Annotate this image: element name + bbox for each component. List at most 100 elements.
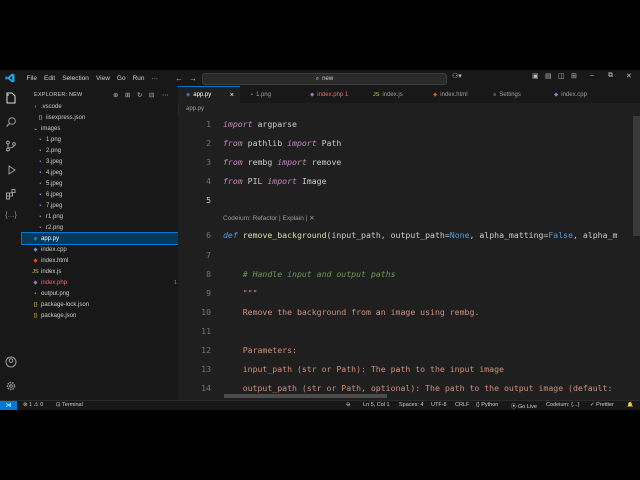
back-arrow-icon[interactable]: ← [175, 74, 183, 83]
tab-index-html[interactable]: ◆ index.html [425, 86, 483, 103]
menu-edit[interactable]: Edit [40, 75, 58, 82]
code-line[interactable]: from pathlib import Path [223, 138, 341, 148]
tree-item-6-jpeg[interactable]: ▪ 6.jpeg [22, 189, 192, 200]
tree-item-4-jpeg[interactable]: ▪ 4.jpeg [22, 167, 192, 178]
tree-item-iisexpress-json[interactable]: {} iisexpress.json [22, 112, 192, 123]
tab-app-py[interactable]: ◆ app.py × [178, 86, 240, 103]
code-line[interactable]: """ [223, 288, 258, 298]
new-file-icon[interactable]: ⊕ [113, 91, 118, 99]
cursor-position[interactable]: Ln 5, Col 1 [363, 402, 390, 408]
line-ending[interactable]: CRLF [455, 402, 469, 408]
tree-item-app-py[interactable]: ◆ app.py [21, 232, 188, 245]
code-line[interactable]: from rembg import remove [223, 157, 341, 167]
menu-file[interactable]: File [23, 75, 40, 82]
code-line[interactable]: Remove the background from an image usin… [223, 307, 480, 317]
tree-item-package-json[interactable]: {} package.json [22, 310, 187, 321]
tab-settings[interactable]: ≡ Settings [485, 86, 543, 103]
account-icon[interactable] [5, 356, 17, 368]
tree-item-7-jpeg[interactable]: ▪ 7.jpeg [22, 200, 192, 211]
remote-indicator-icon[interactable]: ⋊ [0, 401, 17, 410]
more-actions-icon[interactable]: ⋯ [162, 91, 169, 99]
code-token: (input_path, output_path= [326, 230, 450, 240]
restore-icon[interactable]: ⧉ [608, 72, 613, 80]
problems-indicator[interactable]: ⊗ 1 ⚠ 0 [23, 402, 43, 408]
copilot-icon[interactable]: ⚇▾ [452, 72, 462, 80]
code-line[interactable]: def remove_background(input_path, output… [223, 230, 617, 240]
vertical-scrollbar[interactable] [633, 116, 640, 236]
tree-item-index-cpp[interactable]: ◆ index.cpp [22, 244, 187, 255]
tree-item-1-png[interactable]: ▪ 1.png [22, 134, 192, 145]
tree-item-label: index.cpp [41, 246, 67, 253]
zoom-out-icon[interactable]: ⊖ [346, 402, 351, 408]
source-control-icon[interactable] [5, 140, 17, 152]
code-token: Parameters: [223, 345, 297, 355]
extensions-icon[interactable] [5, 188, 17, 200]
prettier-status[interactable]: ✓ Prettier [590, 402, 614, 408]
language-mode[interactable]: {} Python [476, 402, 498, 408]
tree-item-package-lock-json[interactable]: {} package-lock.json [22, 299, 187, 310]
tab-index-php[interactable]: ◆ index.php 1 [302, 86, 364, 103]
explorer-title: EXPLORER: NEW [34, 92, 83, 98]
tree-item-2-png[interactable]: ▪ 2.png [22, 145, 192, 156]
line-number: 7 [206, 250, 211, 260]
menu-more[interactable]: ··· [148, 75, 162, 82]
collapse-all-icon[interactable]: ⊟ [149, 91, 154, 99]
refresh-icon[interactable]: ↻ [137, 91, 142, 99]
tree-item-index-js[interactable]: JS index.js [22, 266, 187, 277]
code-line[interactable]: import argparse [223, 119, 297, 129]
tree-item-r1-png[interactable]: ▪ r1.png [22, 211, 192, 222]
toggle-secondary-sidebar-icon[interactable]: ◫ [558, 72, 565, 80]
code-token: rembg [242, 157, 278, 167]
image-file-icon: ▪ [39, 224, 42, 231]
tree-item-output-png[interactable]: ▪ output.png [22, 288, 187, 299]
manage-gear-icon[interactable] [5, 380, 17, 392]
search-text: new [322, 76, 334, 82]
tab-index-js[interactable]: JS index.js [365, 86, 423, 103]
menu-run[interactable]: Run [129, 75, 148, 82]
close-window-icon[interactable]: ✕ [626, 72, 632, 80]
tree-item-index-php[interactable]: ◆ index.php 1 [22, 277, 187, 288]
explorer-icon[interactable] [5, 92, 17, 104]
image-file-icon: ▪ [39, 180, 42, 187]
tree-item-3-jpeg[interactable]: ▪ 3.jpeg [22, 156, 192, 167]
tab-index-cpp[interactable]: ◆ index.cpp [546, 86, 608, 103]
run-debug-icon[interactable] [5, 164, 17, 176]
horizontal-scrollbar[interactable] [224, 394, 387, 398]
codeium-codelens[interactable]: Codeium: Refactor | Explain | ✕ [223, 214, 315, 222]
code-line[interactable]: input_path (str or Path): The path to th… [223, 364, 504, 374]
layout-icon[interactable]: ⊞ [571, 72, 577, 80]
command-center-search[interactable]: ⌕ new [202, 73, 447, 85]
code-token: import [223, 119, 253, 129]
code-line[interactable]: Parameters: [223, 345, 297, 355]
toggle-panel-icon[interactable]: ▤ [545, 72, 552, 80]
tab-1-png[interactable]: ▪ 1.png [243, 86, 301, 103]
code-line[interactable]: output_path (str or Path, optional): The… [223, 383, 613, 393]
minimize-icon[interactable]: – [590, 72, 594, 79]
encoding[interactable]: UTF-8 [431, 402, 447, 408]
codeium-status[interactable]: Codeium: {...} [546, 402, 579, 408]
go-live-button[interactable]: ⦿ Go Live [511, 402, 537, 410]
menu-go[interactable]: Go [113, 75, 129, 82]
tree-item--vscode[interactable]: › .vscode [22, 101, 187, 112]
notifications-bell-icon[interactable]: 🔔 [627, 402, 633, 408]
code-line[interactable]: from PIL import Image [223, 176, 327, 186]
breadcrumb[interactable]: app.py [186, 106, 204, 112]
close-tab-icon[interactable]: × [230, 92, 234, 99]
menu-view[interactable]: View [92, 75, 113, 82]
codeium-icon[interactable]: {…} [5, 212, 17, 224]
code-token: Remove the background from an image usin… [223, 307, 480, 317]
tree-item-5-jpeg[interactable]: ▪ 5.jpeg [22, 178, 192, 189]
tree-item-index-html[interactable]: ◆ index.html [22, 255, 187, 266]
search-icon[interactable] [5, 116, 17, 128]
toggle-sidebar-icon[interactable]: ▣ [532, 72, 539, 80]
new-folder-icon[interactable]: ⊞ [125, 91, 130, 99]
indentation[interactable]: Spaces: 4 [399, 402, 423, 408]
terminal-button[interactable]: ⊡ Terminal [56, 402, 83, 408]
code-line[interactable]: # Handle input and output paths [223, 269, 396, 279]
tree-item-images[interactable]: ⌄ images [22, 123, 187, 134]
forward-arrow-icon[interactable]: → [189, 74, 197, 83]
code-editor[interactable]: 1 import argparse 2 from pathlib import Pat… [178, 114, 640, 400]
menu-selection[interactable]: Selection [59, 75, 93, 82]
tree-item-label: package-lock.json [41, 301, 90, 308]
tree-item-r2-png[interactable]: ▪ r2.png [22, 222, 192, 233]
